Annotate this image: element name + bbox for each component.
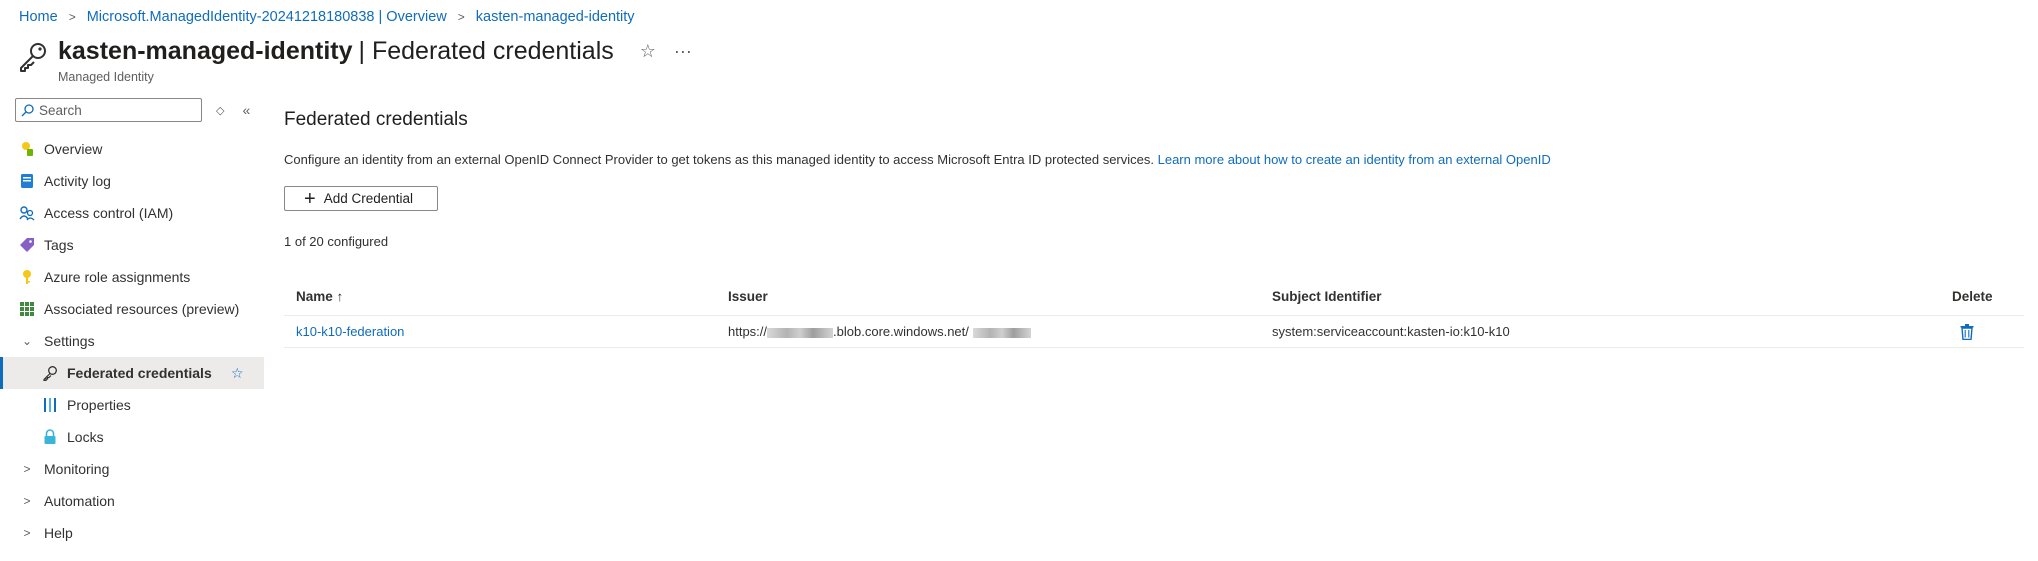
sidebar-item-label: Associated resources (preview) xyxy=(44,301,240,317)
key-icon xyxy=(19,269,35,285)
star-icon[interactable]: ☆ xyxy=(231,365,244,382)
sidebar-item-activity-log[interactable]: Activity log xyxy=(0,165,264,197)
credential-name-link[interactable]: k10-k10-federation xyxy=(296,324,404,339)
breadcrumb: Home > Microsoft.ManagedIdentity-2024121… xyxy=(19,9,635,25)
sidebar-item-federated-credentials[interactable]: Federated credentials ☆ xyxy=(0,357,264,389)
chevron-right-icon: > xyxy=(23,494,31,508)
sidebar-item-label: Activity log xyxy=(44,173,111,189)
collapse-sidebar-icon[interactable]: « xyxy=(242,102,250,118)
tag-icon xyxy=(19,237,35,253)
sidebar-item-label: Settings xyxy=(44,333,95,349)
sidebar-item-tags[interactable]: Tags xyxy=(0,229,264,261)
star-icon[interactable]: ☆ xyxy=(640,42,656,60)
chevron-down-icon: ⌄ xyxy=(21,334,33,348)
sidebar-item-label: Federated credentials xyxy=(67,365,212,381)
breadcrumb-separator-icon: > xyxy=(68,10,76,24)
sidebar-item-properties[interactable]: Properties xyxy=(0,389,264,421)
search-box xyxy=(15,98,202,122)
credentials-table: Name ↑ Issuer Subject Identifier Delete … xyxy=(284,278,2024,348)
section-title: Federated credentials xyxy=(284,109,468,130)
plus-icon: + xyxy=(304,187,316,210)
properties-icon xyxy=(42,397,58,413)
add-credential-label: Add Credential xyxy=(323,191,413,206)
iam-icon xyxy=(19,205,35,221)
issuer-cell: https:// .blob.core.windows.net/ xyxy=(728,324,1272,339)
page-subtitle: Managed Identity xyxy=(58,70,154,84)
sidebar-item-overview[interactable]: Overview xyxy=(0,133,264,165)
trash-icon[interactable] xyxy=(1960,323,1974,340)
sidebar-item-locks[interactable]: Locks xyxy=(0,421,264,453)
sidebar-item-associated-resources[interactable]: Associated resources (preview) xyxy=(0,293,264,325)
table-header: Name ↑ Issuer Subject Identifier Delete xyxy=(284,278,2024,316)
key-icon xyxy=(42,365,58,381)
chevron-right-icon: > xyxy=(23,526,31,540)
page-header: kasten-managed-identity | Federated cred… xyxy=(16,36,692,84)
redacted-blur xyxy=(972,327,1031,338)
column-header-delete: Delete xyxy=(1952,289,1993,304)
sidebar-item-label: Tags xyxy=(44,237,74,253)
sort-icon[interactable]: ◇ xyxy=(216,104,224,117)
chevron-right-icon: > xyxy=(23,462,31,476)
issuer-middle: .blob.core.windows.net/ xyxy=(833,324,969,339)
redacted-blur xyxy=(767,327,834,338)
page-title-section: | Federated credentials xyxy=(358,37,614,65)
sidebar-group-help[interactable]: > Help xyxy=(0,517,264,549)
table-row: k10-k10-federation https:// .blob.core.wi… xyxy=(284,316,2024,348)
search-input[interactable] xyxy=(39,102,199,118)
main-content: Federated credentials Configure an ident… xyxy=(284,108,2024,249)
page-title-resource: kasten-managed-identity xyxy=(58,37,353,65)
subject-cell: system:serviceaccount:kasten-io:k10-k10 xyxy=(1272,324,1510,339)
grid-icon xyxy=(19,301,35,317)
activity-log-icon xyxy=(19,173,35,189)
sidebar-item-label: Automation xyxy=(44,493,115,509)
sidebar-item-label: Properties xyxy=(67,397,131,413)
issuer-prefix: https:// xyxy=(728,324,768,339)
breadcrumb-home-link[interactable]: Home xyxy=(19,9,58,25)
sidebar-item-label: Overview xyxy=(44,141,103,157)
ellipsis-icon[interactable]: ··· xyxy=(674,42,692,60)
sidebar-item-label: Access control (IAM) xyxy=(44,205,174,221)
sidebar-search-row: ◇ « xyxy=(15,98,250,122)
sidebar-item-iam[interactable]: Access control (IAM) xyxy=(0,197,264,229)
sidebar-item-label: Help xyxy=(44,525,73,541)
breadcrumb-overview-link[interactable]: Microsoft.ManagedIdentity-20241218180838… xyxy=(87,9,447,25)
sidebar-item-azure-role-assignments[interactable]: Azure role assignments xyxy=(0,261,264,293)
key-icon xyxy=(20,43,46,72)
sidebar-item-label: Locks xyxy=(67,429,104,445)
column-header-name[interactable]: Name ↑ xyxy=(284,289,728,304)
overview-icon xyxy=(19,141,35,157)
search-icon xyxy=(21,103,34,116)
breadcrumb-current-link[interactable]: kasten-managed-identity xyxy=(476,9,635,25)
description: Configure an identity from an external O… xyxy=(284,152,2024,167)
add-credential-button[interactable]: + Add Credential xyxy=(284,186,438,211)
configured-count: 1 of 20 configured xyxy=(284,234,389,249)
sidebar-item-label: Monitoring xyxy=(44,461,110,477)
sidebar-group-settings[interactable]: ⌄ Settings xyxy=(0,325,264,357)
sidebar-item-label: Azure role assignments xyxy=(44,269,191,285)
sidebar-group-automation[interactable]: > Automation xyxy=(0,485,264,517)
lock-icon xyxy=(42,429,58,445)
learn-more-link[interactable]: Learn more about how to create an identi… xyxy=(1158,152,1551,167)
column-header-subject: Subject Identifier xyxy=(1272,289,1382,304)
sidebar-nav: Overview Activity log Access control (IA… xyxy=(0,133,264,549)
description-text: Configure an identity from an external O… xyxy=(284,152,1154,167)
breadcrumb-separator-icon: > xyxy=(457,10,465,24)
sidebar-group-monitoring[interactable]: > Monitoring xyxy=(0,453,264,485)
column-header-issuer: Issuer xyxy=(728,289,768,304)
